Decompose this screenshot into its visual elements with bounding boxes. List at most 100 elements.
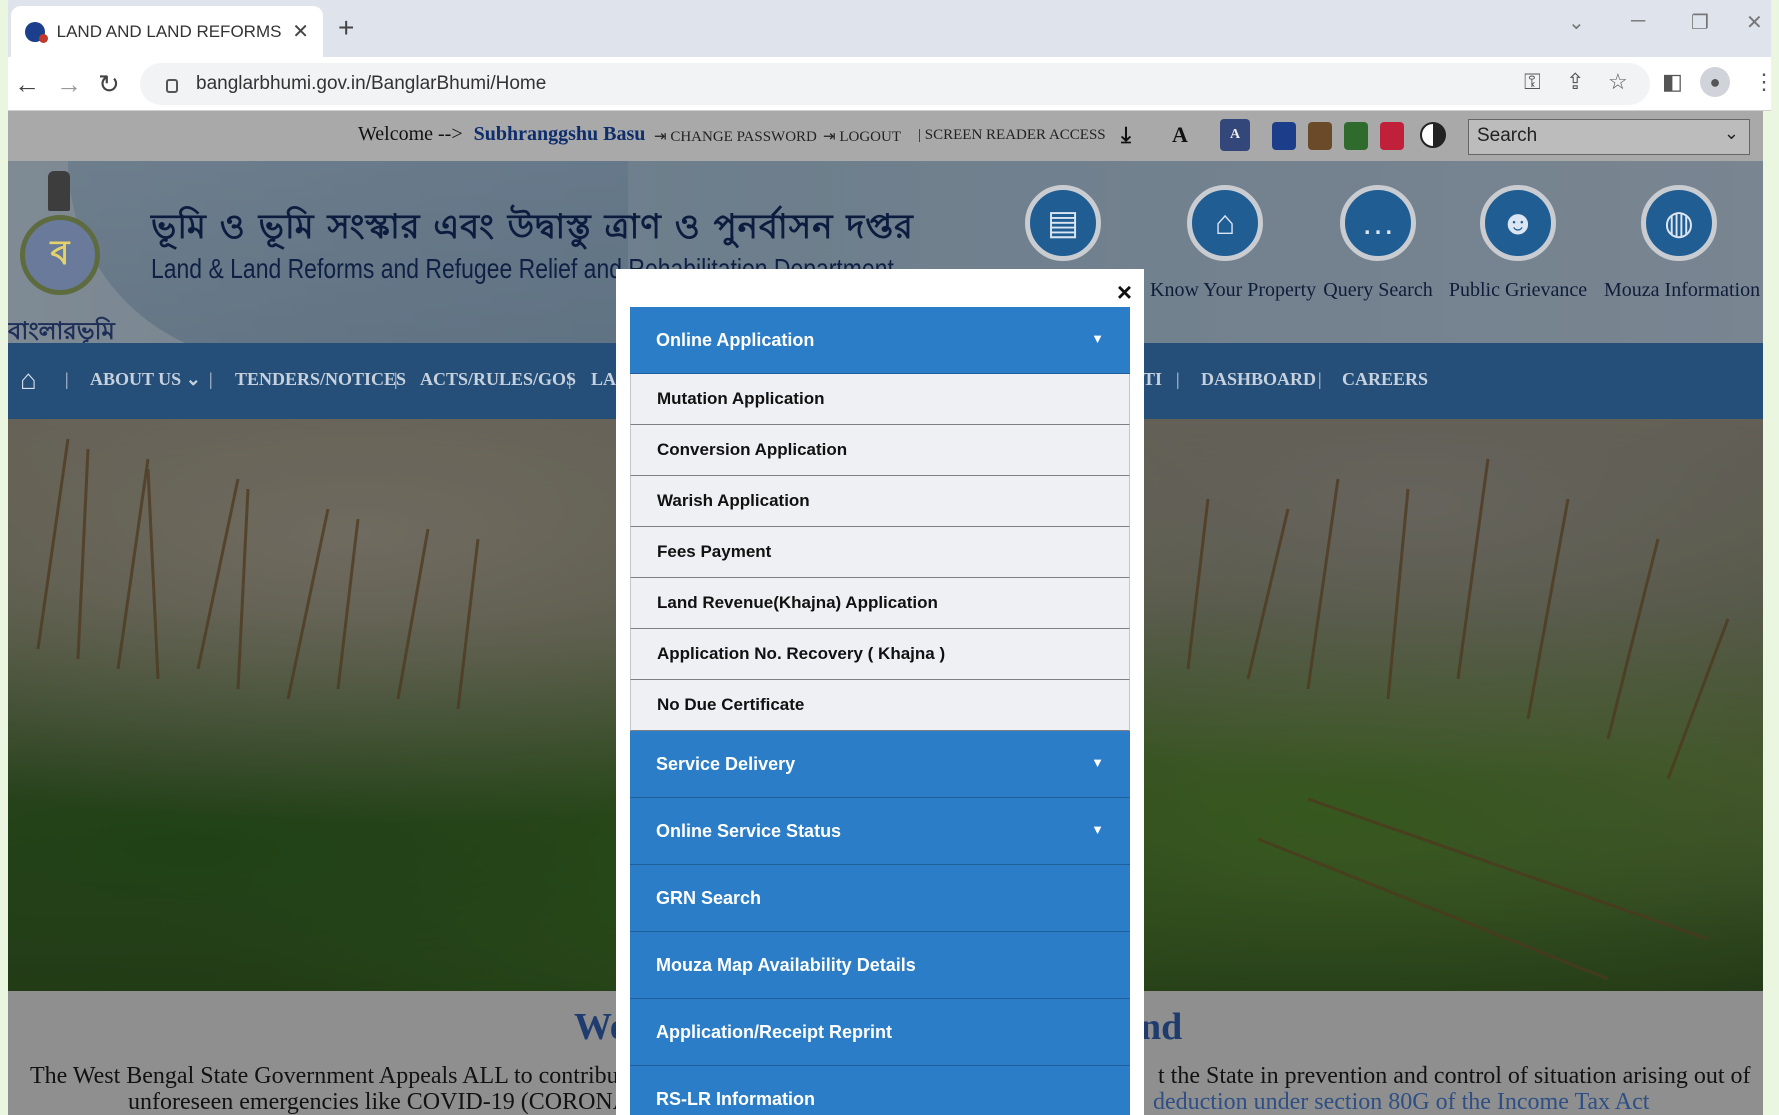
contrast-icon[interactable] [1420, 122, 1446, 148]
theme-brown-swatch[interactable] [1308, 122, 1332, 150]
mutation-application-item[interactable]: Mutation Application [630, 374, 1130, 425]
rs-lr-information-link[interactable]: RS-LR Information [630, 1066, 1130, 1115]
fees-payment-item[interactable]: Fees Payment [630, 527, 1130, 578]
close-icon[interactable]: × [1117, 279, 1132, 305]
accordion-header-label: GRN Search [656, 887, 762, 908]
nav-divider: | [65, 369, 69, 389]
change-password-link[interactable]: ⇥ CHANGE PASSWORD [654, 127, 817, 146]
nav-item-partial-right[interactable]: TI [1143, 369, 1162, 390]
emblem-lion-capital [48, 171, 70, 211]
land-revenue-application-item[interactable]: Land Revenue(Khajna) Application [630, 578, 1130, 629]
application-receipt-reprint-link[interactable]: Application/Receipt Reprint [630, 999, 1130, 1066]
language-icon[interactable]: A [1220, 119, 1250, 151]
theme-blue-swatch[interactable] [1272, 122, 1296, 150]
service-delivery-header[interactable]: Service Delivery ▼ [630, 731, 1130, 798]
nav-careers[interactable]: CAREERS [1342, 369, 1428, 390]
more-menu-icon[interactable]: ⋮ [1753, 69, 1775, 95]
application-no-recovery-item[interactable]: Application No. Recovery ( Khajna ) [630, 629, 1130, 680]
tab-close-icon[interactable]: ✕ [292, 19, 309, 44]
nav-home-icon[interactable]: ⌂ [20, 365, 37, 397]
globe-icon: ◍ [1641, 185, 1717, 261]
side-panel-icon[interactable]: ◧ [1662, 69, 1683, 95]
browser-tab[interactable]: LAND AND LAND REFORMS AN ✕ [11, 6, 323, 57]
nav-divider: | [394, 369, 398, 389]
quick-link-label: Mouza Information [1604, 279, 1761, 301]
home-icon: ⌂ [1187, 185, 1263, 261]
grn-search-link[interactable]: GRN Search [630, 865, 1130, 932]
welcome-label: Welcome --> [358, 123, 463, 145]
conversion-application-item[interactable]: Conversion Application [630, 425, 1130, 476]
quick-link-public-grievance[interactable]: ☻ Public Grievance [1443, 185, 1593, 302]
chevron-down-icon: ▼ [1091, 822, 1104, 837]
nav-divider: | [1318, 369, 1322, 389]
intro-heading-right: nd [1140, 1006, 1183, 1048]
services-modal: × Online Application ▼ Mutation Applicat… [616, 269, 1144, 1115]
chevron-down-icon: ⌄ [185, 369, 201, 389]
url-text: banglarbhumi.gov.in/BanglarBhumi/Home [196, 73, 547, 94]
theme-red-swatch[interactable] [1380, 122, 1404, 150]
address-bar[interactable]: banglarbhumi.gov.in/BanglarBhumi/Home [140, 63, 1650, 105]
quick-link-mouza-information[interactable]: ◍ Mouza Information [1604, 185, 1761, 302]
user-name: Subhranggshu Basu [473, 123, 646, 145]
nav-about-us[interactable]: ABOUT US ⌄ [90, 369, 201, 390]
online-application-header[interactable]: Online Application ▼ [630, 307, 1130, 374]
tab-search-icon[interactable]: ⌄ [1568, 10, 1585, 35]
nav-acts-rules-gos[interactable]: ACTS/RULES/GOS [420, 369, 576, 390]
nav-label: ABOUT US [90, 369, 182, 389]
screen-reader-label: SCREEN READER ACCESS [924, 127, 1106, 143]
forward-icon[interactable]: → [56, 69, 82, 100]
font-size-icon[interactable]: A [1165, 119, 1195, 151]
chevron-down-icon: ⌄ [1723, 123, 1739, 143]
nav-divider: | [568, 369, 572, 389]
chevron-down-icon: ▼ [1091, 331, 1104, 346]
change-password-label: CHANGE PASSWORD [670, 129, 817, 145]
nav-dashboard[interactable]: DASHBOARD [1201, 369, 1316, 390]
site-favicon-icon [25, 21, 48, 43]
id-card-icon: ▤ [1025, 185, 1101, 261]
accordion-header-label: Service Delivery [656, 753, 796, 774]
nav-divider: | [1176, 369, 1180, 389]
chat-bubble-icon: … [1340, 185, 1416, 261]
nav-item-partial[interactable]: LA [591, 369, 616, 390]
reload-icon[interactable]: ↻ [98, 69, 120, 100]
nav-tenders-notices[interactable]: TENDERS/NOTICES [235, 369, 406, 390]
accordion-header-label: Online Service Status [656, 820, 842, 841]
browser-tab-strip: LAND AND LAND REFORMS AN ✕ + ⌄ ─ ❐ ✕ [8, 0, 1771, 57]
new-tab-button[interactable]: + [338, 12, 354, 44]
browser-toolbar: ← → ↻ banglarbhumi.gov.in/BanglarBhumi/H… [8, 57, 1775, 111]
back-icon[interactable]: ← [14, 69, 40, 100]
logout-link[interactable]: ⇥ LOGOUT [823, 127, 901, 146]
quick-link-profile[interactable]: ▤ [988, 185, 1138, 261]
search-dropdown-value: Search [1477, 125, 1538, 146]
restore-button[interactable]: ❐ [1691, 10, 1709, 35]
download-icon[interactable]: ⤓ [1111, 119, 1141, 151]
intro-text-right: t the State in prevention and control of… [1158, 1063, 1751, 1089]
online-service-status-header[interactable]: Online Service Status ▼ [630, 798, 1130, 865]
logout-label: LOGOUT [839, 129, 901, 145]
key-icon[interactable]: ⚿ [1524, 69, 1541, 95]
services-accordion: Online Application ▼ Mutation Applicatio… [630, 307, 1130, 1115]
share-icon[interactable]: ⇪ [1566, 69, 1584, 95]
mouza-map-availability-link[interactable]: Mouza Map Availability Details [630, 932, 1130, 999]
bookmark-star-icon[interactable]: ☆ [1608, 69, 1628, 95]
quick-link-label: Know Your Property [1150, 279, 1317, 301]
quick-link-label: Public Grievance [1448, 279, 1588, 301]
tab-title: LAND AND LAND REFORMS AN [56, 21, 283, 41]
profile-avatar[interactable]: ● [1700, 67, 1730, 97]
screen-reader-link[interactable]: | SCREEN READER ACCESS [918, 127, 1106, 144]
emblem-seal: ব [20, 215, 100, 295]
search-dropdown[interactable]: Search ⌄ [1468, 119, 1750, 155]
no-due-certificate-item[interactable]: No Due Certificate [630, 680, 1130, 731]
minimize-button[interactable]: ─ [1631, 10, 1645, 33]
quick-link-query-search[interactable]: … Query Search [1303, 185, 1453, 302]
intro-text-left: The West Bengal State Government Appeals… [30, 1063, 626, 1089]
department-title-bengali: ভূমি ও ভূমি সংস্কার এবং উদ্বাস্তু ত্রাণ … [151, 207, 914, 247]
welcome-text: Welcome --> Subhranggshu Basu [358, 123, 645, 146]
warish-application-item[interactable]: Warish Application [630, 476, 1130, 527]
intro-text-line2-right: deduction under section 80G of the Incom… [1153, 1089, 1650, 1115]
quick-link-know-your-property[interactable]: ⌂ Know Your Property [1150, 185, 1317, 302]
lock-icon [166, 79, 178, 93]
accordion-header-label: Application/Receipt Reprint [656, 1021, 893, 1042]
theme-green-swatch[interactable] [1344, 122, 1368, 150]
close-window-button[interactable]: ✕ [1746, 10, 1763, 35]
